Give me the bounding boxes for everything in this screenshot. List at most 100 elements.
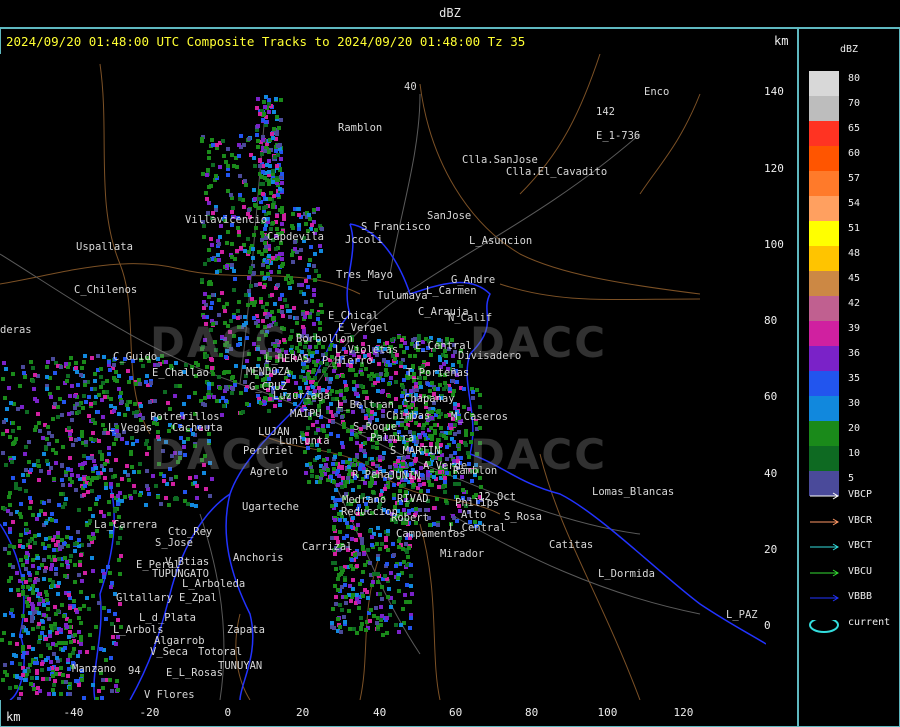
- echo-pixel: [225, 241, 229, 245]
- echo-pixel: [47, 617, 51, 621]
- echo-pixel: [117, 412, 121, 416]
- echo-pixel: [217, 313, 221, 317]
- echo-pixel: [33, 373, 37, 377]
- echo-pixel: [51, 448, 55, 452]
- echo-pixel: [209, 184, 213, 188]
- echo-pixel: [452, 440, 456, 444]
- echo-pixel: [397, 589, 401, 593]
- echo-pixel: [107, 500, 111, 504]
- echo-pixel: [264, 245, 268, 249]
- echo-pixel: [130, 436, 134, 440]
- echo-pixel: [63, 574, 67, 578]
- place-label: L_Asuncion: [469, 235, 532, 247]
- echo-pixel: [2, 631, 6, 635]
- x-tick-label: 20: [296, 706, 310, 719]
- echo-pixel: [394, 464, 398, 468]
- echo-pixel: [239, 246, 243, 250]
- echo-pixel: [47, 692, 51, 696]
- echo-pixel: [97, 601, 101, 605]
- echo-pixel: [69, 356, 73, 360]
- echo-pixel: [396, 576, 400, 580]
- echo-pixel: [317, 448, 321, 452]
- echo-pixel: [8, 527, 12, 531]
- echo-pixel: [321, 424, 325, 428]
- echo-pixel: [464, 443, 468, 447]
- echo-pixel: [418, 483, 422, 487]
- echo-pixel: [451, 379, 455, 383]
- echo-pixel: [375, 542, 379, 546]
- track-label: VBBB: [848, 591, 873, 602]
- y-tick-label: 60: [764, 390, 778, 403]
- place-label: C_Chilenos: [74, 284, 137, 296]
- echo-pixel: [77, 538, 81, 542]
- radar-map[interactable]: Ramblon Enco E_1-736 Clla.SanJoseClla.El_Ca…: [0, 54, 766, 700]
- echo-pixel: [202, 306, 206, 310]
- echo-pixel: [54, 461, 58, 465]
- place-label: Chapanay: [404, 393, 455, 405]
- echo-pixel: [372, 614, 376, 618]
- echo-pixel: [478, 393, 482, 397]
- echo-pixel: [75, 402, 79, 406]
- echo-pixel: [31, 627, 35, 631]
- echo-pixel: [354, 373, 358, 377]
- echo-pixel: [73, 580, 77, 584]
- echo-pixel: [306, 285, 310, 289]
- echo-pixel: [116, 502, 120, 506]
- echo-pixel: [116, 483, 120, 487]
- echo-pixel: [55, 667, 59, 671]
- echo-pixel: [7, 551, 11, 555]
- echo-pixel: [117, 434, 121, 438]
- echo-pixel: [113, 474, 117, 478]
- echo-pixel: [27, 597, 31, 601]
- echo-pixel: [260, 271, 264, 275]
- echo-pixel: [359, 444, 363, 448]
- track-label: current: [848, 616, 891, 628]
- echo-pixel: [383, 487, 387, 491]
- echo-pixel: [99, 579, 103, 583]
- echo-pixel: [51, 580, 55, 584]
- echo-pixel: [464, 429, 468, 433]
- echo-pixel: [338, 518, 342, 522]
- echo-pixel: [263, 176, 267, 180]
- echo-pixel: [77, 573, 81, 577]
- echo-pixel: [220, 291, 224, 295]
- echo-pixel: [346, 525, 350, 529]
- place-label: Tres_Mayo: [336, 269, 393, 281]
- echo-pixel: [48, 634, 52, 638]
- echo-pixel: [220, 250, 224, 254]
- echo-pixel: [401, 385, 405, 389]
- echo-pixel: [334, 567, 338, 571]
- echo-pixel: [321, 345, 325, 349]
- place-label: L_Carmen: [426, 285, 477, 297]
- echo-pixel: [4, 367, 8, 371]
- echo-pixel: [277, 126, 281, 130]
- place-label: Ugarteche: [242, 501, 299, 513]
- echo-pixel: [452, 516, 456, 520]
- legend-value: 36: [848, 348, 861, 359]
- echo-pixel: [343, 583, 347, 587]
- echo-pixel: [82, 477, 86, 481]
- echo-pixel: [263, 149, 267, 153]
- echo-pixel: [8, 641, 12, 645]
- echo-pixel: [145, 484, 149, 488]
- echo-pixel: [7, 386, 11, 390]
- echo-pixel: [404, 542, 408, 546]
- echo-pixel: [341, 374, 345, 378]
- echo-pixel: [252, 233, 256, 237]
- echo-pixel: [280, 293, 284, 297]
- place-label: L_d_Plata: [139, 612, 196, 624]
- echo-pixel: [443, 490, 447, 494]
- echo-pixel: [56, 386, 60, 390]
- echo-pixel: [64, 362, 68, 366]
- legend-value: 65: [848, 123, 861, 134]
- echo-pixel: [349, 599, 353, 603]
- echo-pixel: [242, 205, 246, 209]
- echo-pixel: [376, 557, 380, 561]
- echo-pixel: [60, 538, 64, 542]
- echo-pixel: [244, 388, 248, 392]
- echo-pixel: [301, 325, 305, 329]
- track-legend-item: VBCR: [808, 515, 896, 529]
- echo-pixel: [295, 321, 299, 325]
- echo-pixel: [238, 174, 242, 178]
- echo-pixel: [31, 564, 35, 568]
